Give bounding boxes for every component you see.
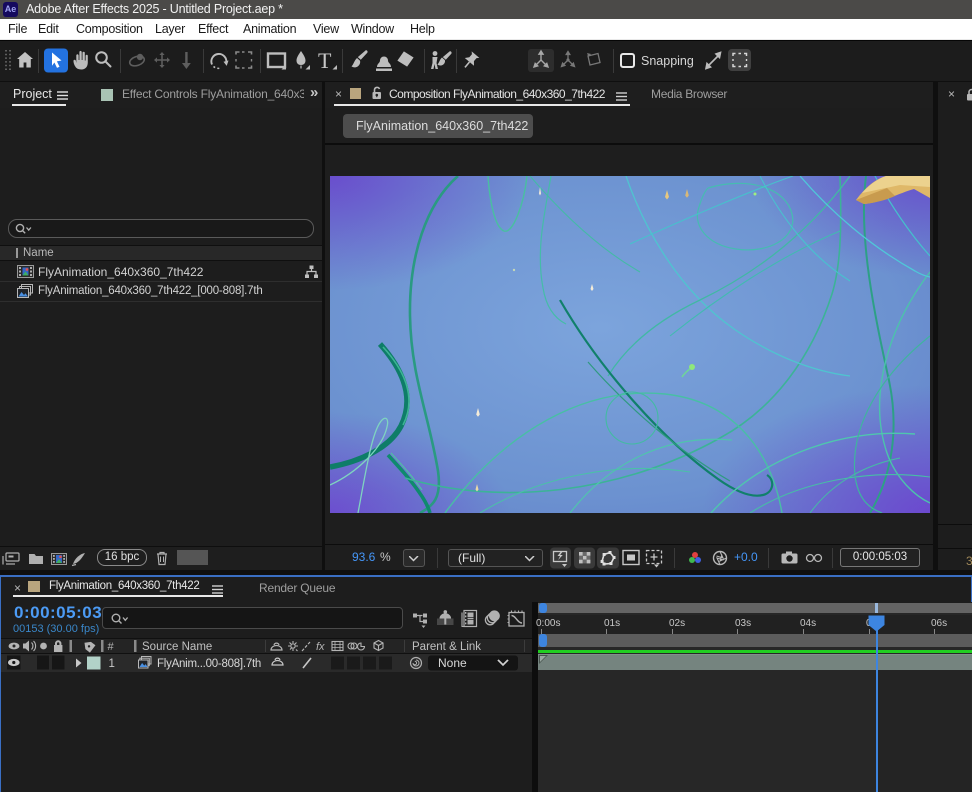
svg-text:Parent & Link: Parent & Link: [412, 641, 481, 653]
svg-text:None: None: [438, 656, 467, 670]
svg-text:1: 1: [109, 658, 115, 670]
svg-text:fx: fx: [316, 641, 325, 653]
svg-text:FlyAnim...00-808].7th: FlyAnim...00-808].7th: [157, 658, 261, 670]
svg-text:Source Name: Source Name: [142, 641, 212, 653]
svg-text:Snapping: Snapping: [641, 54, 694, 68]
svg-text:#: #: [108, 641, 115, 653]
svg-text:T: T: [318, 48, 332, 73]
